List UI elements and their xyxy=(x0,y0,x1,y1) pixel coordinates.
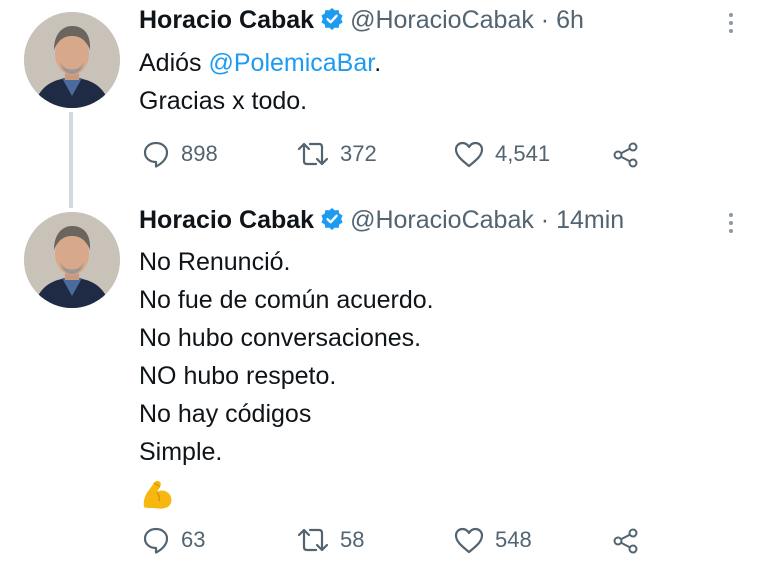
like-icon xyxy=(454,527,484,554)
verified-badge-icon xyxy=(321,208,343,230)
text-line: Gracias x todo. xyxy=(139,87,308,115)
text-line: Adiós @PolemicaBar. xyxy=(139,44,381,82)
tweet-actions: 63 58 548 xyxy=(141,525,661,555)
text-line: Simple. xyxy=(139,438,223,466)
mention-link[interactable]: @PolemicaBar xyxy=(208,49,374,77)
verified-badge-icon xyxy=(321,8,343,30)
text-segment: Adiós xyxy=(139,49,209,77)
author-handle[interactable]: @HoracioCabak xyxy=(350,206,534,234)
retweet-count: 58 xyxy=(340,527,365,552)
author-name[interactable]: Horacio Cabak xyxy=(139,6,314,34)
reply-count: 898 xyxy=(181,141,218,166)
author-handle[interactable]: @HoracioCabak xyxy=(350,6,534,34)
author-name[interactable]: Horacio Cabak xyxy=(139,206,314,234)
retweet-icon xyxy=(297,528,329,552)
tweet-header: Horacio Cabak @HoracioCabak · 14min xyxy=(139,206,624,235)
flexed-biceps-emoji xyxy=(139,471,434,509)
text-segment: . xyxy=(374,49,382,77)
text-line: No fue de común acuerdo. xyxy=(139,286,434,314)
text-line: No hubo conversaciones. xyxy=(139,324,422,352)
retweet-button[interactable]: 58 xyxy=(296,525,364,555)
retweet-icon xyxy=(297,142,329,166)
reply-icon xyxy=(143,527,169,554)
share-button[interactable] xyxy=(611,525,641,555)
meta-separator: · xyxy=(533,206,557,234)
thread-connector-line xyxy=(69,112,73,208)
tweet-timestamp[interactable]: 14min xyxy=(556,206,624,234)
retweet-count: 372 xyxy=(340,141,377,166)
like-count: 548 xyxy=(495,527,532,552)
share-icon xyxy=(613,528,638,554)
share-button[interactable] xyxy=(611,139,641,169)
share-icon xyxy=(613,142,638,168)
tweet-timestamp[interactable]: 6h xyxy=(556,6,584,34)
more-options-icon[interactable] xyxy=(726,13,736,33)
like-count: 4,541 xyxy=(495,141,551,166)
like-button[interactable]: 4,541 xyxy=(453,139,550,169)
text-line: No Renunció. xyxy=(139,248,291,276)
avatar[interactable] xyxy=(24,12,120,108)
meta-separator: · xyxy=(533,6,557,34)
text-line: NO hubo respeto. xyxy=(139,362,337,390)
tweet-text: Adiós @PolemicaBar. Gracias x todo. xyxy=(139,44,381,120)
retweet-button[interactable]: 372 xyxy=(296,139,377,169)
avatar[interactable] xyxy=(24,212,120,308)
tweet-text: No Renunció. No fue de común acuerdo. No… xyxy=(139,243,434,509)
reply-count: 63 xyxy=(181,527,206,552)
tweet-header: Horacio Cabak @HoracioCabak · 6h xyxy=(139,6,584,35)
reply-button[interactable]: 898 xyxy=(141,139,218,169)
tweet-actions: 898 372 4,541 xyxy=(141,139,661,169)
like-icon xyxy=(454,141,484,168)
text-line: No hay códigos xyxy=(139,400,312,428)
like-button[interactable]: 548 xyxy=(453,525,532,555)
reply-button[interactable]: 63 xyxy=(141,525,205,555)
reply-icon xyxy=(143,141,169,168)
more-options-icon[interactable] xyxy=(726,213,736,233)
